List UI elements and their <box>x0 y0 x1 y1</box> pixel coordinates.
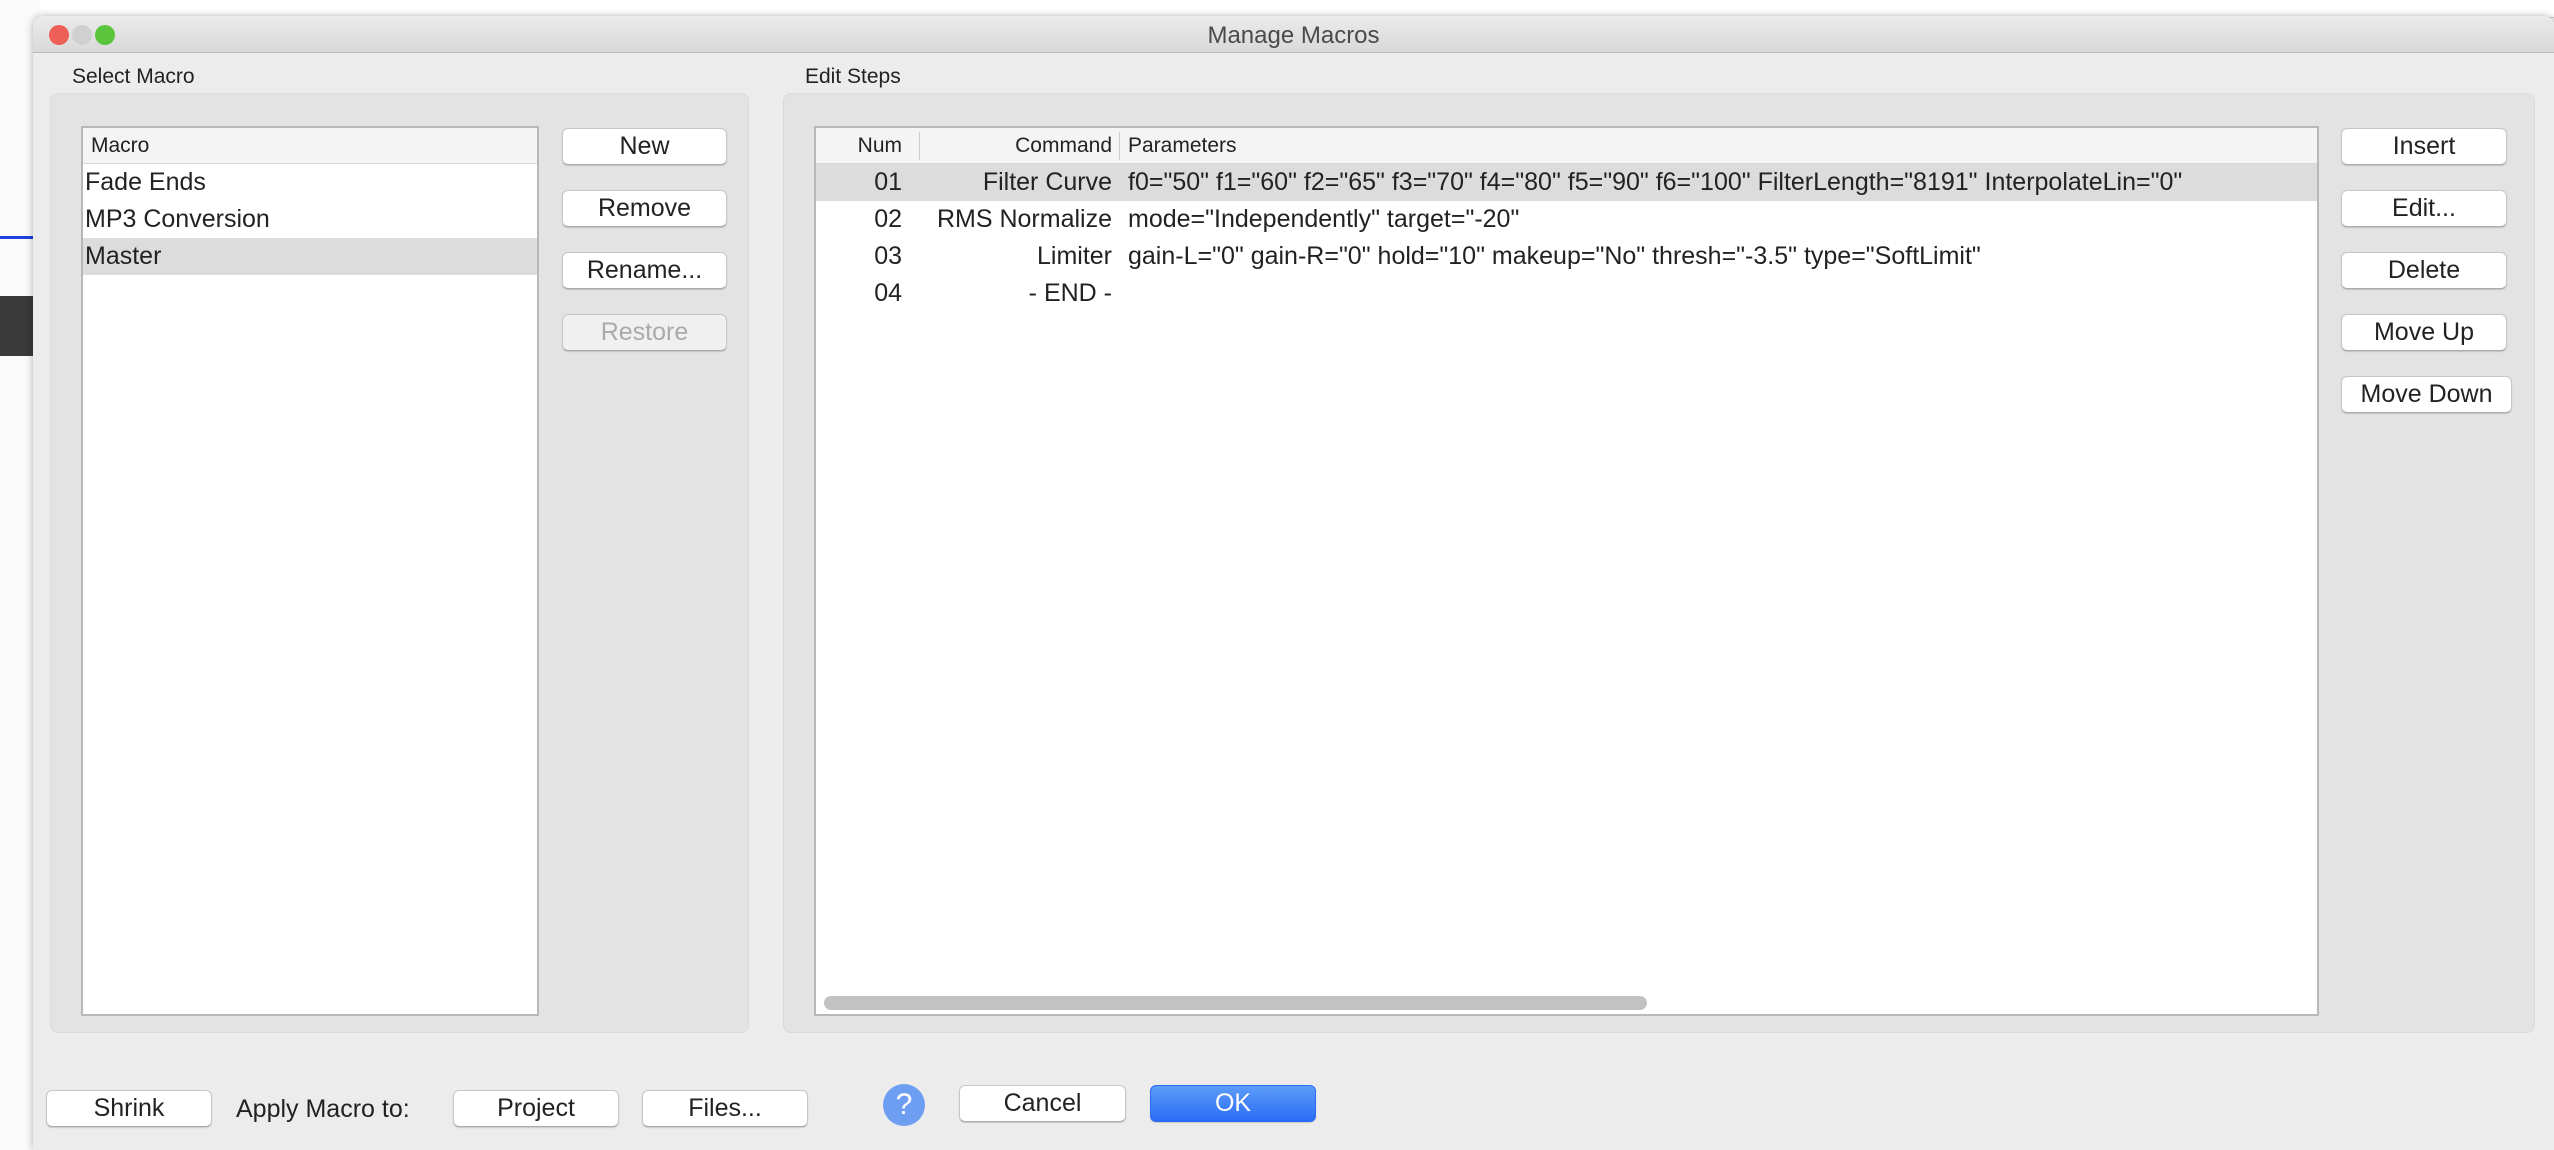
column-separator[interactable] <box>919 132 920 160</box>
apply-macro-label: Apply Macro to: <box>236 1095 410 1123</box>
list-item-selected[interactable]: Master <box>83 238 537 275</box>
edit-steps-label: Edit Steps <box>805 65 901 88</box>
command-column-header[interactable]: Command <box>922 128 1118 164</box>
step-command: Filter Curve <box>982 168 1112 196</box>
step-num: 04 <box>874 279 902 307</box>
project-button[interactable]: Project <box>453 1090 619 1127</box>
table-row[interactable]: 02 RMS Normalize mode="Independently" ta… <box>816 201 2317 238</box>
parameters-column-header[interactable]: Parameters <box>1122 128 2317 164</box>
list-item[interactable]: MP3 Conversion <box>83 201 537 238</box>
step-parameters: f0="50" f1="60" f2="65" f3="70" f4="80" … <box>1128 168 2183 196</box>
edit-steps-group: Num Command Parameters 01 Filter Curve f… <box>783 93 2535 1033</box>
edit-button[interactable]: Edit... <box>2341 190 2507 227</box>
step-parameters <box>1122 275 2317 312</box>
shrink-button[interactable]: Shrink <box>46 1090 212 1127</box>
move-down-button[interactable]: Move Down <box>2341 376 2512 413</box>
select-macro-label: Select Macro <box>72 65 195 88</box>
step-num: 01 <box>874 168 902 196</box>
table-row[interactable]: 04 - END - <box>816 275 2317 312</box>
table-row[interactable]: 01 Filter Curve f0="50" f1="60" f2="65" … <box>816 164 2317 201</box>
num-column-header[interactable]: Num <box>816 128 916 164</box>
insert-button[interactable]: Insert <box>2341 128 2507 165</box>
step-parameters: gain-L="0" gain-R="0" hold="10" makeup="… <box>1128 242 1981 270</box>
title-bar[interactable]: Manage Macros <box>33 16 2554 53</box>
macro-column-header[interactable]: Macro <box>83 128 537 164</box>
new-button[interactable]: New <box>562 128 727 165</box>
files-button[interactable]: Files... <box>642 1090 808 1127</box>
restore-button: Restore <box>562 314 727 351</box>
table-row[interactable]: 03 Limiter gain-L="0" gain-R="0" hold="1… <box>816 238 2317 275</box>
step-command: Limiter <box>1036 242 1112 270</box>
step-num: 02 <box>874 205 902 233</box>
step-parameters: mode="Independently" target="-20" <box>1128 205 1520 233</box>
step-num: 03 <box>874 242 902 270</box>
column-separator[interactable] <box>1119 132 1120 160</box>
window-title: Manage Macros <box>1207 22 1380 49</box>
cancel-button[interactable]: Cancel <box>959 1085 1126 1122</box>
macro-column-label: Macro <box>91 134 150 157</box>
remove-button[interactable]: Remove <box>562 190 727 227</box>
ok-button[interactable]: OK <box>1150 1085 1316 1122</box>
steps-table[interactable]: Num Command Parameters 01 Filter Curve f… <box>814 126 2319 1016</box>
rename-button[interactable]: Rename... <box>562 252 727 289</box>
step-command: - END - <box>1028 279 1112 307</box>
steps-table-header: Num Command Parameters <box>816 128 2317 164</box>
delete-button[interactable]: Delete <box>2341 252 2507 289</box>
macro-list[interactable]: Macro Fade Ends MP3 Conversion Master <box>81 126 539 1016</box>
step-command: RMS Normalize <box>936 205 1112 233</box>
move-up-button[interactable]: Move Up <box>2341 314 2507 351</box>
scrollbar-thumb[interactable] <box>824 996 1647 1010</box>
help-icon[interactable]: ? <box>883 1084 925 1126</box>
list-item[interactable]: Fade Ends <box>83 164 537 201</box>
manage-macros-dialog: Manage Macros Select Macro Edit Steps Ma… <box>33 16 2554 1150</box>
horizontal-scrollbar[interactable] <box>820 996 2313 1010</box>
select-macro-group: Macro Fade Ends MP3 Conversion Master Ne… <box>50 93 749 1033</box>
